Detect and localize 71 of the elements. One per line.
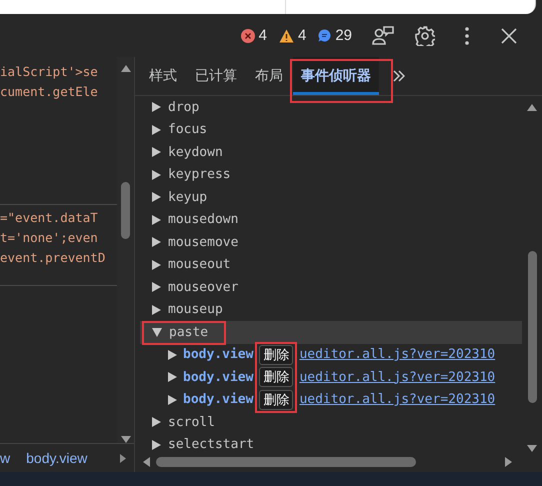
source-link[interactable]: ueditor.all.js?ver=202310 [299, 347, 496, 362]
code-line: ="event.dataT [0, 209, 99, 227]
event-name[interactable]: mousedown [168, 212, 238, 228]
tab[interactable]: 样式 [141, 57, 185, 95]
settings-icon[interactable] [415, 26, 435, 46]
caret-right-icon[interactable] [152, 170, 161, 180]
caret-right-icon[interactable] [152, 214, 161, 225]
message-count: 29 [335, 27, 352, 44]
chevron-double-right-icon[interactable] [393, 70, 405, 82]
more-options-icon[interactable] [465, 26, 469, 44]
node-name[interactable]: body.view [183, 347, 254, 362]
tab[interactable]: 已计算 [187, 57, 245, 95]
code-line: ialScript'>se [0, 63, 99, 81]
error-count: 4 [258, 27, 267, 44]
scroll-down-icon[interactable] [527, 445, 537, 452]
remove-button[interactable]: 删除 [259, 390, 294, 410]
code-line: event.preventD [0, 249, 106, 267]
caret-right-icon[interactable] [168, 394, 177, 405]
event-name[interactable]: keydown [168, 144, 223, 160]
node-name[interactable]: body.view [183, 392, 254, 408]
remove-button[interactable]: 删除 [259, 344, 294, 365]
scroll-down-icon[interactable] [120, 436, 130, 443]
caret-right-icon[interactable] [152, 147, 161, 158]
code-line: cument.getEle [0, 83, 99, 101]
caret-right-icon[interactable] [152, 102, 161, 112]
scroll-up-icon[interactable] [120, 65, 130, 72]
caret-right-icon[interactable] [152, 192, 161, 202]
message-icon[interactable] [318, 29, 332, 42]
person-chat-icon[interactable] [372, 26, 394, 46]
tab[interactable]: 事件侦听器 [293, 57, 379, 95]
caret-right-icon[interactable] [152, 237, 161, 248]
event-name[interactable]: focus [168, 122, 208, 138]
caret-right-icon[interactable] [152, 124, 161, 135]
warning-icon[interactable] [278, 28, 294, 42]
caret-right-icon[interactable] [152, 260, 161, 270]
event-name[interactable]: mousemove [168, 234, 238, 250]
event-name[interactable]: selectstart [168, 437, 254, 452]
scroll-right-icon[interactable] [120, 454, 126, 462]
scroll-left-icon[interactable] [143, 457, 150, 467]
caret-down-icon[interactable] [152, 328, 162, 337]
selected-row[interactable]: paste [140, 321, 522, 344]
caret-right-icon[interactable] [152, 282, 161, 292]
scrollbar-thumb[interactable] [156, 457, 416, 467]
warning-count: 4 [298, 27, 306, 44]
event-name[interactable]: mouseup [168, 302, 223, 318]
event-name[interactable]: scroll [168, 414, 215, 430]
event-name[interactable]: paste [169, 324, 208, 340]
scroll-up-icon[interactable] [527, 104, 537, 111]
caret-right-icon[interactable] [168, 350, 177, 360]
scrollbar-thumb[interactable] [121, 182, 130, 239]
event-name[interactable]: mouseover [168, 280, 238, 295]
event-name[interactable]: keyup [168, 190, 208, 205]
breadcrumb[interactable]: body.view [26, 450, 104, 466]
error-icon[interactable] [240, 28, 255, 42]
event-name[interactable]: mouseout [168, 257, 231, 272]
caret-right-icon[interactable] [152, 304, 161, 315]
tab[interactable]: 布局 [247, 57, 291, 95]
scroll-right-icon[interactable] [505, 457, 512, 467]
node-name[interactable]: body.view [183, 370, 254, 385]
remove-button[interactable]: 删除 [259, 367, 294, 388]
source-link[interactable]: ueditor.all.js?ver=202310 [299, 392, 496, 408]
caret-right-icon[interactable] [168, 372, 177, 382]
source-link[interactable]: ueditor.all.js?ver=202310 [299, 370, 496, 385]
caret-right-icon[interactable] [152, 440, 161, 450]
scrollbar-thumb[interactable] [528, 251, 536, 403]
close-icon[interactable] [501, 28, 517, 44]
breadcrumb[interactable]: w [0, 450, 10, 466]
event-name[interactable]: drop [168, 100, 200, 115]
code-line: t='none';even [0, 229, 99, 247]
caret-right-icon[interactable] [152, 417, 161, 428]
event-name[interactable]: keypress [168, 167, 231, 182]
